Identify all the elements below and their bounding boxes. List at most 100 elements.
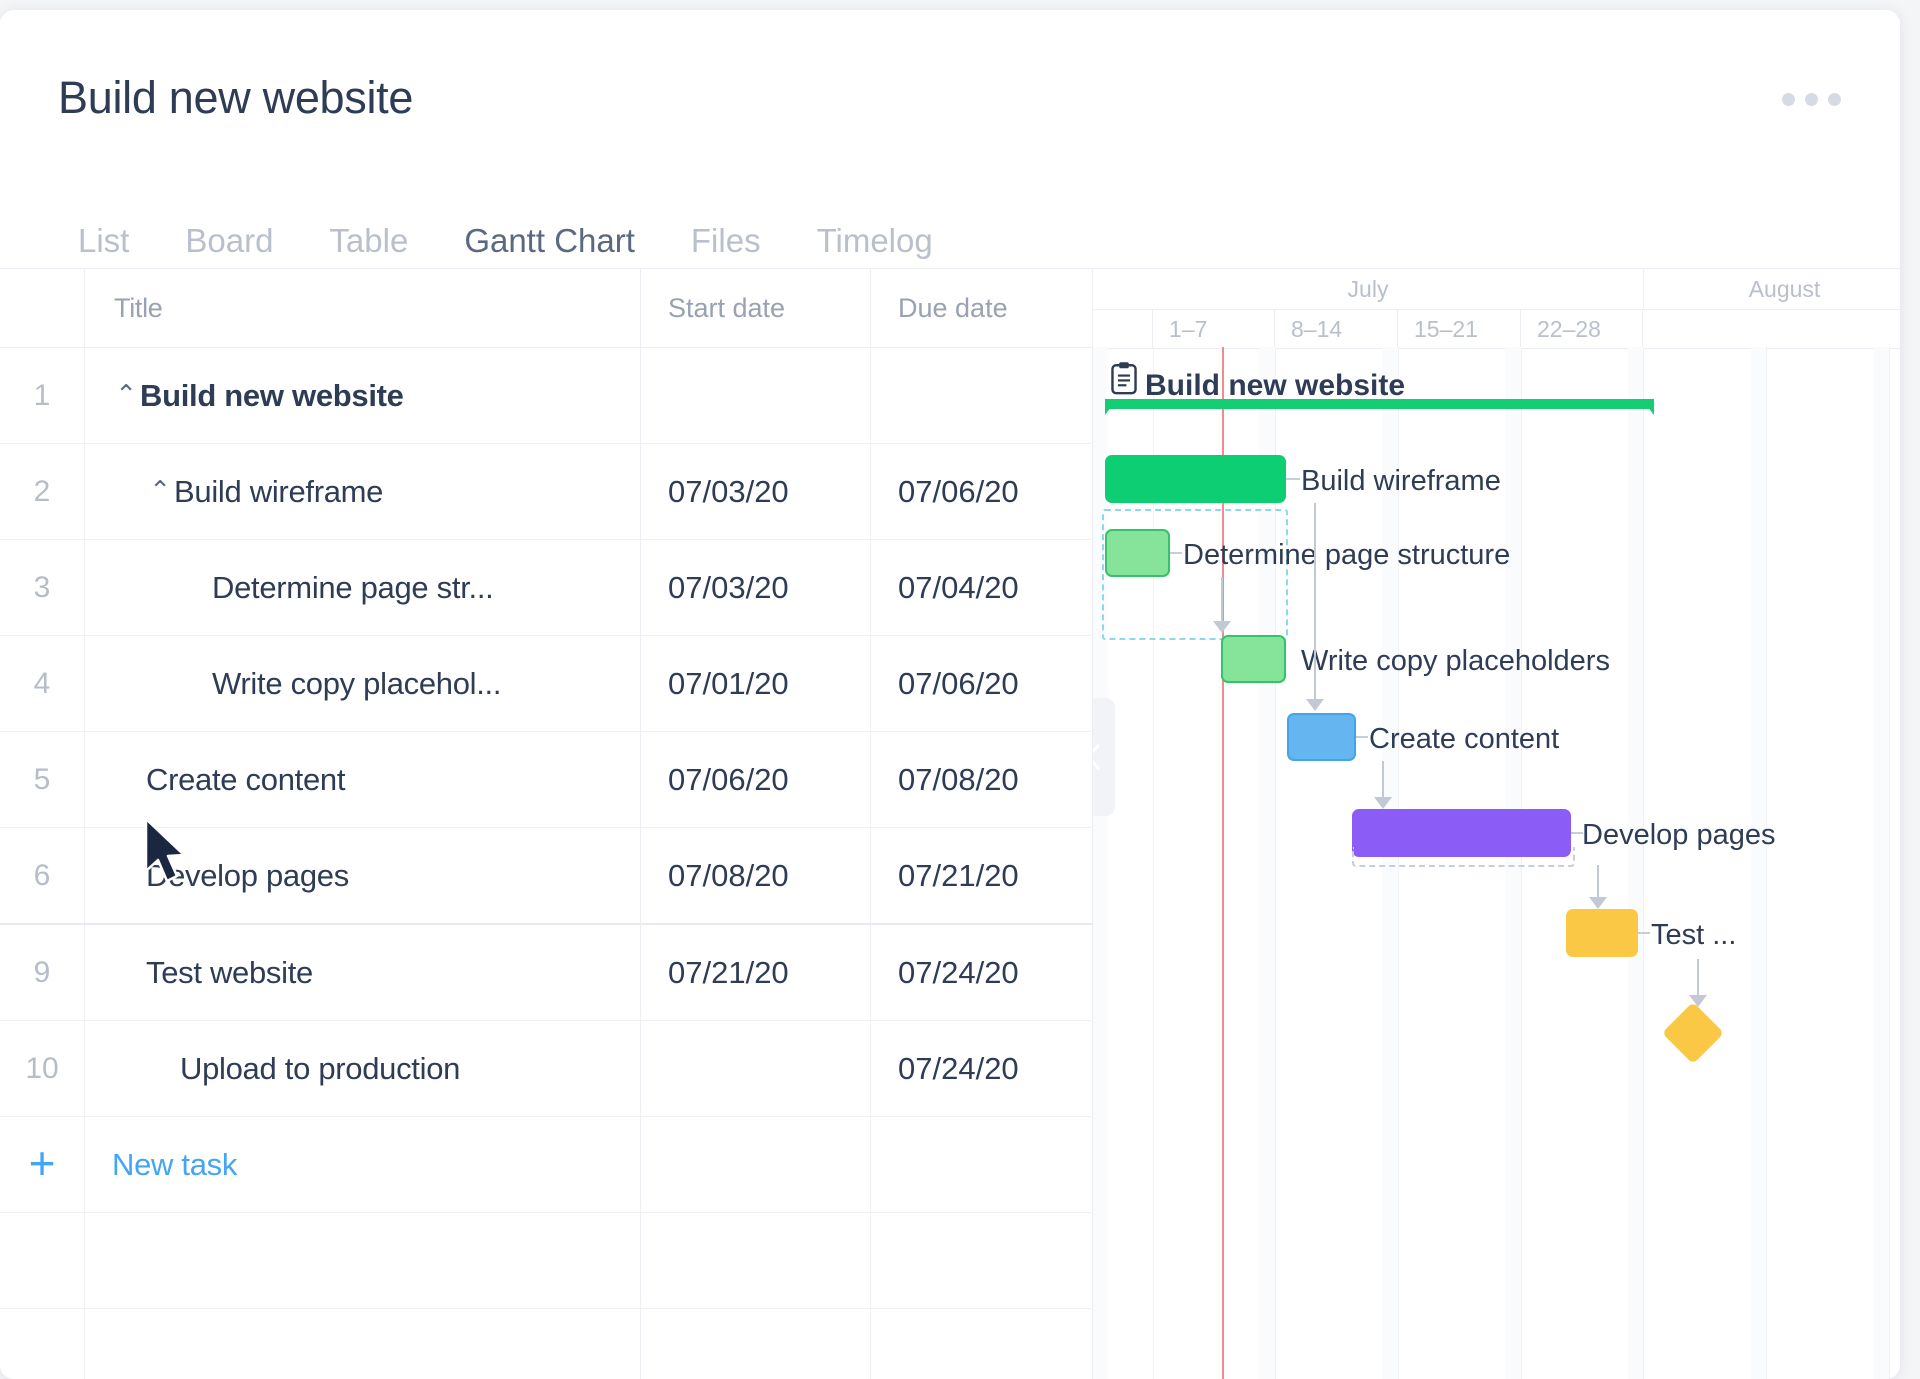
- column-header-title[interactable]: Title: [84, 269, 640, 347]
- row-start-date[interactable]: 07/01/20: [640, 636, 870, 731]
- collapse-caret-icon[interactable]: ⌃: [112, 348, 140, 442]
- tab-list[interactable]: List: [50, 218, 157, 264]
- dependency-link: [1221, 577, 1223, 625]
- collapse-caret-icon[interactable]: ⌃: [146, 444, 174, 538]
- week-22-28: 22–28: [1521, 310, 1643, 348]
- row-start-date[interactable]: 07/03/20: [640, 540, 870, 635]
- weekend-band: [1874, 347, 1890, 1379]
- add-task-icon[interactable]: +: [0, 1117, 84, 1212]
- kebab-menu-icon[interactable]: [1782, 88, 1842, 110]
- month-august: August: [1643, 269, 1900, 309]
- weekend-band: [1751, 347, 1767, 1379]
- grid-line: [1766, 347, 1767, 1379]
- row-due-date[interactable]: 07/04/20: [870, 540, 1093, 635]
- table-row-empty: [0, 1213, 1093, 1309]
- gantt-bar-label: Develop pages: [1582, 821, 1775, 850]
- row-due-date[interactable]: 07/06/20: [870, 444, 1093, 539]
- table-row[interactable]: 5 Create content 07/06/20 07/08/20: [0, 732, 1093, 828]
- gantt-bar-determine-page-structure[interactable]: [1105, 529, 1170, 577]
- gantt-bar-test-website[interactable]: [1566, 909, 1638, 957]
- table-row[interactable]: 2 ⌃Build wireframe 07/03/20 07/06/20: [0, 444, 1093, 540]
- gantt-chart: July August 1–7 8–14 15–21 22–28: [1093, 268, 1900, 1379]
- gantt-view: Title Start date Due date 1 ⌃Build new w…: [0, 268, 1900, 1379]
- table-row[interactable]: 6 Develop pages 07/08/20 07/21/20: [0, 828, 1093, 925]
- row-due-date[interactable]: 07/24/20: [870, 925, 1093, 1020]
- table-header-row: Title Start date Due date: [0, 268, 1093, 348]
- dependency-arrow-icon: [1374, 797, 1392, 809]
- clipboard-icon: [1109, 361, 1139, 395]
- table-row[interactable]: 4 Write copy placehol... 07/01/20 07/06/…: [0, 636, 1093, 732]
- table-row[interactable]: 1 ⌃Build new website: [0, 348, 1093, 444]
- kebab-dot: [1828, 93, 1841, 106]
- collapse-panel-handle[interactable]: [1093, 698, 1115, 816]
- row-title: Upload to production: [180, 1021, 460, 1116]
- project-card: Build new website List Board Table Gantt…: [0, 10, 1900, 1379]
- row-due-date[interactable]: [870, 348, 1093, 443]
- task-table: Title Start date Due date 1 ⌃Build new w…: [0, 268, 1093, 1379]
- tab-gantt-chart[interactable]: Gantt Chart: [436, 218, 663, 264]
- row-due-date[interactable]: 07/08/20: [870, 732, 1093, 827]
- row-title-cell[interactable]: Test website: [84, 925, 640, 1020]
- grid-line: [1889, 347, 1890, 1379]
- row-due-date[interactable]: 07/24/20: [870, 1021, 1093, 1116]
- row-index: 3: [0, 540, 84, 635]
- grid-line: [1643, 347, 1644, 1379]
- gantt-bar-write-copy-placeholders[interactable]: [1221, 635, 1286, 683]
- tab-timelog[interactable]: Timelog: [789, 218, 961, 264]
- gantt-bar-build-wireframe[interactable]: [1105, 455, 1286, 503]
- row-due-date[interactable]: 07/21/20: [870, 828, 1093, 923]
- row-index: 9: [0, 925, 84, 1020]
- row-start-date[interactable]: [640, 1021, 870, 1116]
- row-index: 1: [0, 348, 84, 443]
- month-july: July: [1093, 269, 1644, 309]
- weekend-band: [1628, 347, 1644, 1379]
- page-title: Build new website: [58, 72, 413, 124]
- dependency-link: [1697, 959, 1699, 999]
- summary-bar-start-cap: [1105, 399, 1117, 415]
- tab-table[interactable]: Table: [301, 218, 436, 264]
- summary-bar[interactable]: [1105, 399, 1654, 421]
- row-start-date[interactable]: 07/03/20: [640, 444, 870, 539]
- row-title-cell[interactable]: Develop pages: [84, 828, 640, 923]
- table-row[interactable]: 10 Upload to production 07/24/20: [0, 1021, 1093, 1117]
- row-due-date[interactable]: 07/06/20: [870, 636, 1093, 731]
- gantt-bar-create-content[interactable]: [1287, 713, 1356, 761]
- row-title-cell[interactable]: Create content: [84, 732, 640, 827]
- new-task-row[interactable]: + New task: [0, 1117, 1093, 1213]
- row-title: Test website: [146, 925, 313, 1020]
- row-start-date[interactable]: 07/08/20: [640, 828, 870, 923]
- dependency-arrow-icon: [1213, 621, 1231, 633]
- column-header-due-date[interactable]: Due date: [870, 269, 1093, 347]
- week-8-14: 8–14: [1275, 310, 1398, 348]
- row-title-cell[interactable]: Write copy placehol...: [84, 636, 640, 731]
- bar-label-connector: [1286, 478, 1300, 480]
- chevron-left-icon: [1093, 740, 1105, 774]
- row-title-cell[interactable]: ⌃Build wireframe: [84, 444, 640, 539]
- gantt-milestone-upload-to-production[interactable]: [1662, 1002, 1724, 1064]
- timeline-week-header: 1–7 8–14 15–21 22–28: [1093, 310, 1900, 349]
- row-index: 10: [0, 1021, 84, 1116]
- row-title-cell[interactable]: Upload to production: [84, 1021, 640, 1116]
- row-start-date[interactable]: [640, 348, 870, 443]
- column-header-start-date[interactable]: Start date: [640, 269, 870, 347]
- tab-board[interactable]: Board: [157, 218, 301, 264]
- bar-label-connector: [1170, 552, 1182, 554]
- table-row[interactable]: 9 Test website 07/21/20 07/24/20: [0, 925, 1093, 1021]
- row-start-date[interactable]: 07/21/20: [640, 925, 870, 1020]
- row-title-cell[interactable]: Determine page str...: [84, 540, 640, 635]
- column-header-index: [0, 269, 84, 347]
- table-row[interactable]: 3 Determine page str... 07/03/20 07/04/2…: [0, 540, 1093, 636]
- row-title-cell[interactable]: ⌃Build new website: [84, 348, 640, 443]
- progress-outline: [1352, 847, 1575, 867]
- view-tabs: List Board Table Gantt Chart Files Timel…: [50, 172, 961, 264]
- timeline-month-header: July August: [1093, 268, 1900, 310]
- weekend-band: [1093, 347, 1107, 1379]
- new-task-label[interactable]: New task: [84, 1117, 640, 1212]
- row-start-date[interactable]: 07/06/20: [640, 732, 870, 827]
- tab-files[interactable]: Files: [663, 218, 789, 264]
- week-15-21: 15–21: [1398, 310, 1521, 348]
- gantt-bar-label: Write copy placeholders: [1301, 647, 1610, 676]
- dependency-arrow-icon: [1589, 897, 1607, 909]
- app-background: Build new website List Board Table Gantt…: [0, 0, 1920, 1379]
- bar-label-connector: [1638, 932, 1650, 934]
